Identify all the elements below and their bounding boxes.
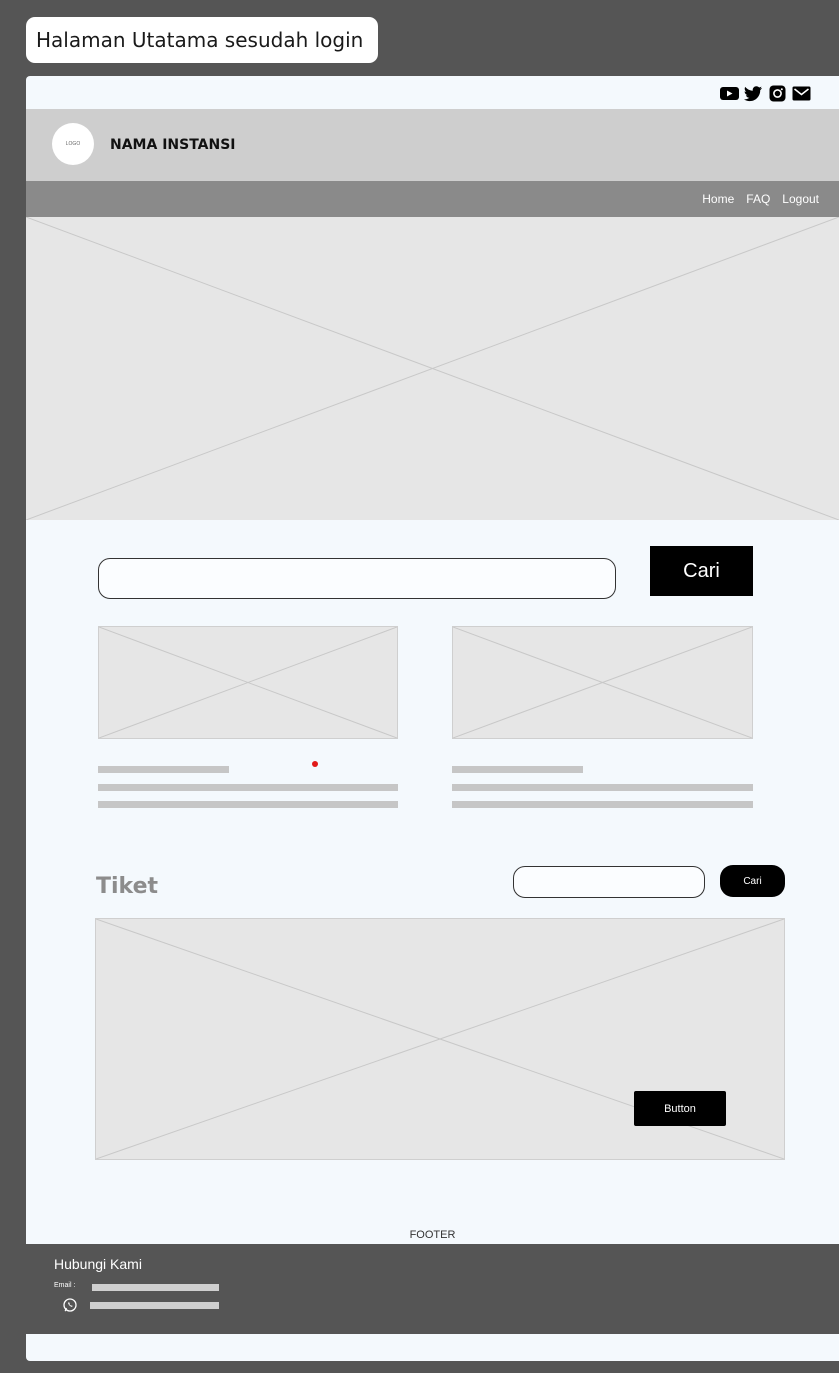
whatsapp-icon — [62, 1297, 78, 1313]
nav-logout-link[interactable]: Logout — [782, 192, 819, 206]
nav-home-link[interactable]: Home — [702, 192, 734, 206]
navbar: Home FAQ Logout — [26, 181, 839, 217]
footer-title: Hubungi Kami — [54, 1256, 142, 1272]
footer-phone-placeholder — [90, 1302, 219, 1309]
twitter-icon[interactable] — [744, 85, 763, 102]
top-bar — [26, 76, 839, 109]
hero-image-placeholder — [26, 217, 839, 520]
footer-label: FOOTER — [409, 1229, 456, 1241]
card-text-placeholder — [98, 801, 398, 808]
tiket-heading: Tiket — [96, 874, 159, 899]
tiket-search-input[interactable] — [513, 866, 705, 898]
card-image-placeholder[interactable] — [452, 626, 753, 739]
nav-links: Home FAQ Logout — [702, 192, 819, 206]
site-header: LOGO NAMA INSTANSI — [26, 109, 839, 181]
cursor-marker — [312, 761, 318, 767]
card-image-placeholder[interactable] — [98, 626, 398, 739]
search-button[interactable]: Cari — [650, 546, 753, 596]
card-text-placeholder — [98, 784, 398, 791]
frame-title: Halaman Utatama sesudah login — [26, 17, 378, 63]
logo[interactable]: LOGO — [52, 123, 94, 165]
card-text-placeholder — [452, 801, 753, 808]
brand-name: NAMA INSTANSI — [110, 137, 236, 153]
footer-email-label: Email : — [54, 1282, 76, 1289]
card-title-placeholder — [98, 766, 229, 773]
social-links — [720, 85, 811, 102]
instagram-icon[interactable] — [768, 85, 787, 102]
site-footer: Hubungi Kami Email : — [26, 1244, 839, 1334]
youtube-icon[interactable] — [720, 85, 739, 102]
tiket-search-button[interactable]: Cari — [720, 865, 785, 897]
search-input[interactable] — [98, 558, 616, 599]
footer-email-placeholder — [92, 1284, 219, 1291]
tiket-action-button[interactable]: Button — [634, 1091, 726, 1126]
card-text-placeholder — [452, 784, 753, 791]
mail-icon[interactable] — [792, 85, 811, 102]
card-title-placeholder — [452, 766, 583, 773]
nav-faq-link[interactable]: FAQ — [746, 192, 770, 206]
page-canvas: LOGO NAMA INSTANSI Home FAQ Logout Cari — [26, 76, 839, 1361]
